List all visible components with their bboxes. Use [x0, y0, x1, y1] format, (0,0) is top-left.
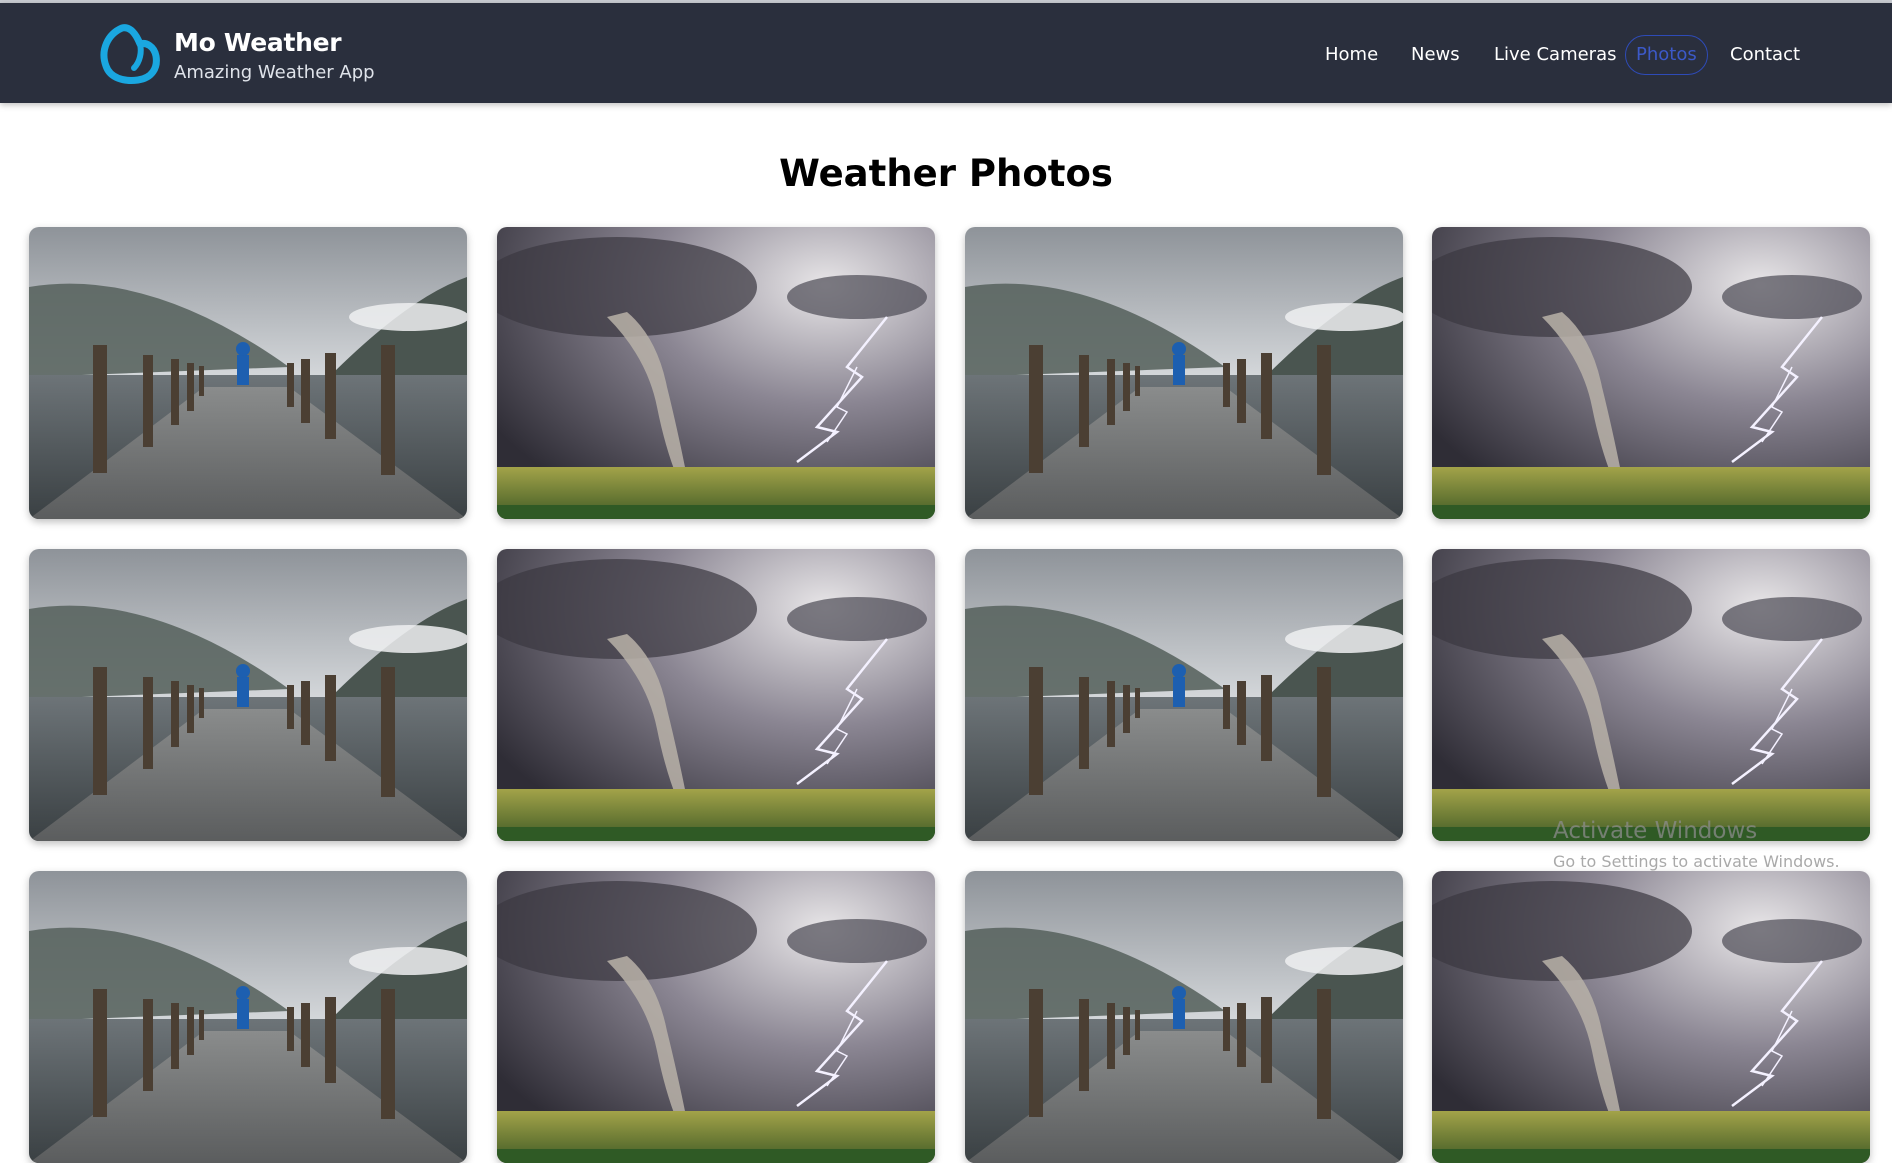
nav-photos-link[interactable]: Photos	[1625, 35, 1708, 75]
brand-subtitle: Amazing Weather App	[174, 62, 375, 83]
pier-photo-image	[965, 227, 1403, 519]
tornado-photo-image	[497, 871, 935, 1163]
navbar: Mo Weather Amazing Weather App Home News…	[0, 3, 1892, 103]
pier-photo-image	[965, 871, 1403, 1163]
photo-tile-rainy-pier-lake-photo[interactable]	[965, 549, 1403, 841]
nav-contact-link[interactable]: Contact	[1730, 40, 1800, 80]
photo-tile-tornado-lightning-photo[interactable]	[1432, 871, 1870, 1163]
cloud-heart-icon[interactable]	[98, 22, 160, 86]
nav-live-cameras-link[interactable]: Live Cameras	[1494, 40, 1617, 80]
nav-news-link[interactable]: News	[1411, 40, 1460, 80]
nav-home-link[interactable]: Home	[1325, 40, 1378, 80]
photo-tile-rainy-pier-lake-photo[interactable]	[965, 227, 1403, 519]
pier-photo-image	[965, 549, 1403, 841]
photo-tile-tornado-lightning-photo[interactable]	[1432, 549, 1870, 841]
photo-tile-tornado-lightning-photo[interactable]	[497, 227, 935, 519]
pier-photo-image	[29, 871, 467, 1163]
photo-tile-rainy-pier-lake-photo[interactable]	[965, 871, 1403, 1163]
brand-title[interactable]: Mo Weather	[174, 28, 342, 57]
photo-tile-rainy-pier-lake-photo[interactable]	[29, 227, 467, 519]
photo-tile-tornado-lightning-photo[interactable]	[497, 871, 935, 1163]
photo-tile-tornado-lightning-photo[interactable]	[497, 549, 935, 841]
page-title: Weather Photos	[779, 152, 1113, 195]
tornado-photo-image	[497, 549, 935, 841]
pier-photo-image	[29, 549, 467, 841]
tornado-photo-image	[1432, 871, 1870, 1163]
tornado-photo-image	[497, 227, 935, 519]
photo-tile-rainy-pier-lake-photo[interactable]	[29, 549, 467, 841]
watermark-subtitle: Go to Settings to activate Windows.	[1553, 852, 1840, 871]
photo-tile-tornado-lightning-photo[interactable]	[1432, 227, 1870, 519]
tornado-photo-image	[1432, 227, 1870, 519]
tornado-photo-image	[1432, 549, 1870, 841]
pier-photo-image	[29, 227, 467, 519]
photo-tile-rainy-pier-lake-photo[interactable]	[29, 871, 467, 1163]
